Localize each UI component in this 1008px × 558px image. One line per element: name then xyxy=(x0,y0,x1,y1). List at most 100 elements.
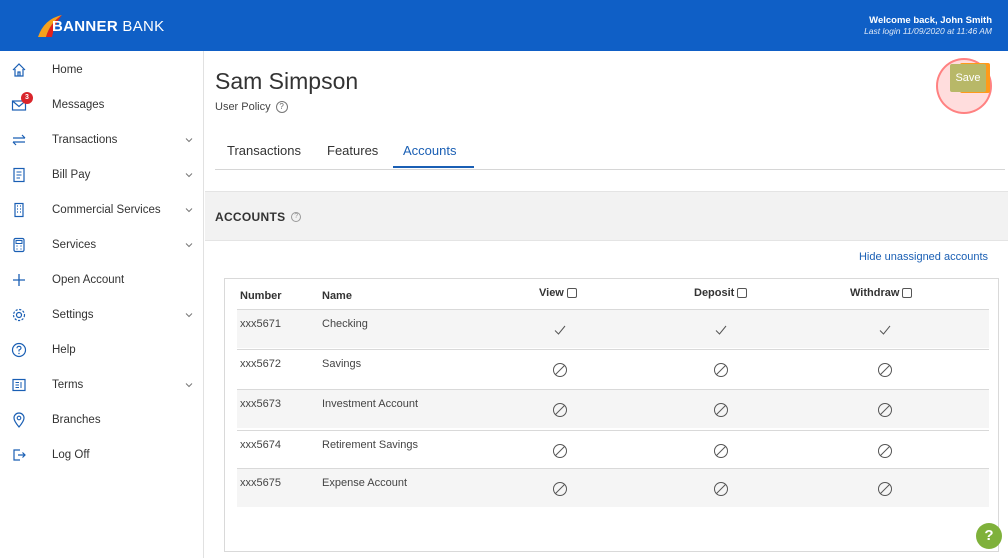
help-tooltip-icon[interactable]: ? xyxy=(291,212,302,222)
sidebar-item-label: Settings xyxy=(52,309,94,321)
welcome-block: Welcome back, John Smith Last login 11/0… xyxy=(864,15,992,36)
gear-icon xyxy=(11,307,27,323)
blocked-icon[interactable] xyxy=(552,481,568,497)
blocked-icon[interactable] xyxy=(877,443,893,459)
top-header: BANNER BANK Welcome back, John Smith Las… xyxy=(0,0,1008,51)
tab-features[interactable]: Features xyxy=(327,143,378,166)
sidebar-item-label: Commercial Services xyxy=(52,204,161,216)
chevron-down-icon[interactable] xyxy=(184,380,194,390)
sidebar-item-label: Log Off xyxy=(52,449,90,461)
sidebar-item-label: Terms xyxy=(52,379,84,391)
sidebar-item-bill-pay[interactable]: Bill Pay xyxy=(0,158,204,192)
chevron-down-icon[interactable] xyxy=(184,240,194,250)
sidebar-item-help[interactable]: Help xyxy=(0,333,204,367)
accounts-table: Number Name View Deposit Withdraw xxx567… xyxy=(224,278,999,552)
table-row: xxx5672 Savings xyxy=(237,349,989,388)
blocked-icon[interactable] xyxy=(713,362,729,378)
tab-accounts[interactable]: Accounts xyxy=(393,143,475,168)
bill-icon xyxy=(11,167,27,183)
table-row: xxx5671 Checking xyxy=(237,309,989,348)
chevron-down-icon[interactable] xyxy=(184,310,194,320)
sidebar-item-home[interactable]: Home xyxy=(0,53,204,87)
brand-name: BANNER BANK xyxy=(52,17,165,35)
envelope-icon: 3 xyxy=(11,92,33,113)
plus-icon xyxy=(11,272,27,288)
account-name: Investment Account xyxy=(322,398,418,410)
account-name: Checking xyxy=(322,318,368,330)
column-header-withdraw-label: Withdraw xyxy=(850,287,900,299)
column-header-number: Number xyxy=(240,290,282,302)
accounts-section-header: ACCOUNTS ? xyxy=(205,191,1008,241)
checkmark-icon[interactable] xyxy=(713,322,729,338)
section-title-text: ACCOUNTS xyxy=(215,210,286,224)
checkmark-icon[interactable] xyxy=(877,322,893,338)
messages-badge: 3 xyxy=(21,92,33,104)
view-all-checkbox[interactable] xyxy=(566,288,577,298)
blocked-icon[interactable] xyxy=(552,362,568,378)
section-title: ACCOUNTS ? xyxy=(215,210,302,224)
transfer-arrows-icon xyxy=(11,132,27,148)
sidebar-item-terms[interactable]: Terms xyxy=(0,368,204,402)
home-icon xyxy=(11,62,27,78)
sidebar-item-messages[interactable]: 3 Messages xyxy=(0,88,204,122)
blocked-icon[interactable] xyxy=(877,362,893,378)
tab-transactions[interactable]: Transactions xyxy=(227,143,301,166)
sidebar-item-label: Transactions xyxy=(52,134,118,146)
blocked-icon[interactable] xyxy=(552,402,568,418)
account-number: xxx5672 xyxy=(240,358,281,370)
sidebar-item-label: Messages xyxy=(52,99,105,111)
main-content: Sam Simpson User Policy ? Save Transacti… xyxy=(205,51,1008,558)
blocked-icon[interactable] xyxy=(552,443,568,459)
sidebar-item-label: Help xyxy=(52,344,76,356)
tab-bar: Transactions Features Accounts xyxy=(215,137,1005,170)
blocked-icon[interactable] xyxy=(877,481,893,497)
column-header-view-label: View xyxy=(539,287,564,299)
map-pin-icon xyxy=(11,412,27,428)
account-number: xxx5671 xyxy=(240,318,281,330)
calculator-icon xyxy=(11,237,27,253)
sidebar-item-label: Open Account xyxy=(52,274,125,286)
help-tooltip-icon[interactable]: ? xyxy=(275,101,288,113)
blocked-icon[interactable] xyxy=(877,402,893,418)
last-login-text: Last login 11/09/2020 at 11:46 AM xyxy=(864,26,992,36)
account-name: Savings xyxy=(322,358,362,370)
sidebar-item-log-off[interactable]: Log Off xyxy=(0,438,204,472)
chevron-down-icon[interactable] xyxy=(184,135,194,145)
sidebar-item-services[interactable]: Services xyxy=(0,228,204,262)
banner-bank-logo[interactable]: BANNER BANK xyxy=(36,13,164,39)
sidebar-item-label: Branches xyxy=(52,414,101,426)
account-name: Expense Account xyxy=(322,477,408,489)
sidebar-item-label: Home xyxy=(52,64,83,76)
blocked-icon[interactable] xyxy=(713,402,729,418)
column-header-withdraw: Withdraw xyxy=(850,287,913,299)
account-name: Retirement Savings xyxy=(322,439,418,451)
save-button[interactable]: Save xyxy=(950,64,986,92)
account-number: xxx5675 xyxy=(240,477,281,489)
sidebar-item-branches[interactable]: Branches xyxy=(0,403,204,437)
document-icon xyxy=(11,377,27,393)
column-header-view: View xyxy=(539,287,577,299)
sidebar-item-commercial-services[interactable]: Commercial Services xyxy=(0,193,204,227)
checkmark-icon[interactable] xyxy=(552,322,568,338)
chevron-down-icon[interactable] xyxy=(184,170,194,180)
blocked-icon[interactable] xyxy=(713,443,729,459)
hide-unassigned-link[interactable]: Hide unassigned accounts xyxy=(859,251,988,263)
sidebar-item-transactions[interactable]: Transactions xyxy=(0,123,204,157)
account-number: xxx5673 xyxy=(240,398,281,410)
question-icon xyxy=(11,342,27,358)
sidebar-item-settings[interactable]: Settings xyxy=(0,298,204,332)
table-row: xxx5675 Expense Account xyxy=(237,468,989,507)
deposit-all-checkbox[interactable] xyxy=(737,288,748,298)
column-header-deposit-label: Deposit xyxy=(694,287,735,299)
subtitle-text: User Policy xyxy=(215,101,271,113)
table-row: xxx5673 Investment Account xyxy=(237,389,989,428)
table-row: xxx5674 Retirement Savings xyxy=(237,430,989,469)
page-title: Sam Simpson xyxy=(215,68,359,94)
help-fab-button[interactable]: ? xyxy=(976,523,1002,549)
sidebar-item-open-account[interactable]: Open Account xyxy=(0,263,204,297)
column-header-deposit: Deposit xyxy=(694,287,748,299)
withdraw-all-checkbox[interactable] xyxy=(902,288,913,298)
sidebar-item-label: Bill Pay xyxy=(52,169,91,181)
blocked-icon[interactable] xyxy=(713,481,729,497)
chevron-down-icon[interactable] xyxy=(184,205,194,215)
